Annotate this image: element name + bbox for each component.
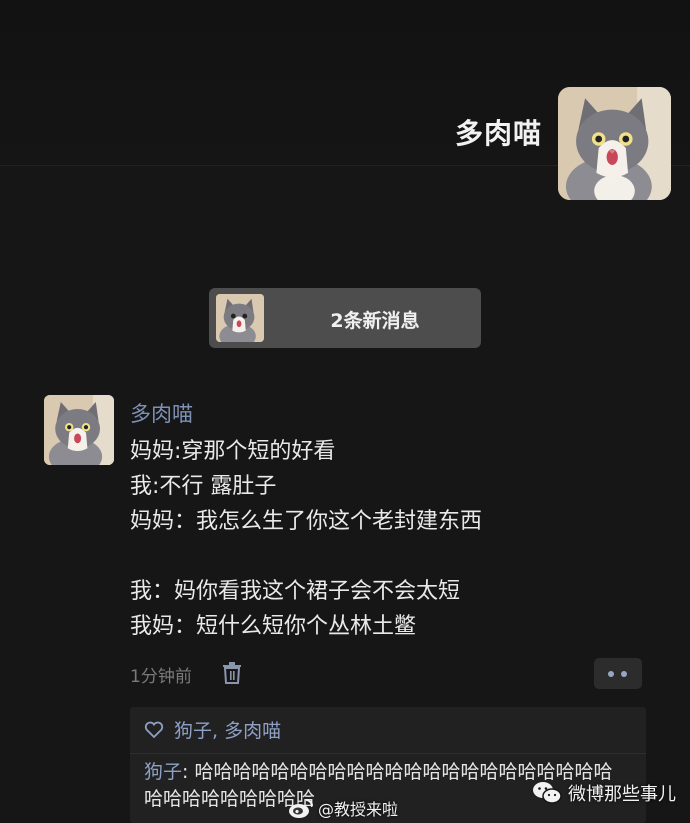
wechat-watermark: 微博那些事儿: [532, 780, 676, 806]
trash-icon[interactable]: [222, 661, 242, 685]
more-actions-button[interactable]: [594, 658, 642, 689]
cat-avatar-image: [216, 294, 264, 342]
weibo-handle: @教授来啦: [318, 800, 399, 819]
post-timestamp: 1分钟前: [130, 667, 192, 687]
wechat-account-name: 微博那些事儿: [568, 784, 676, 805]
more-dots-icon: [621, 671, 627, 677]
cat-avatar-image: [558, 87, 671, 200]
post-text-line: [130, 539, 650, 574]
divider: [130, 753, 646, 754]
post-text-line: 我：妈你看我这个裙子会不会太短: [130, 579, 461, 604]
new-message-avatar: [216, 294, 264, 342]
comment-author[interactable]: 狗子: [144, 761, 182, 783]
likes-row: 狗子, 多肉喵: [144, 716, 281, 743]
heart-icon: [144, 721, 164, 738]
wechat-icon: [533, 782, 562, 804]
post-author-avatar[interactable]: [44, 395, 114, 465]
post-body: 妈妈:穿那个短的好看 我:不行 露肚子 妈妈：我怎么生了你这个老封建东西 我：妈…: [130, 434, 650, 644]
profile-avatar[interactable]: [558, 87, 671, 200]
new-messages-banner[interactable]: 2条新消息: [209, 288, 481, 348]
post-text-line: 妈妈:穿那个短的好看: [130, 439, 336, 464]
moments-page: 多肉喵 2条新消息 多肉喵 妈妈:穿那个短的好看 我:不行 露肚子 妈妈：我怎么…: [0, 0, 690, 823]
post-author-name[interactable]: 多肉喵: [130, 398, 193, 428]
post-text-line: 我:不行 露肚子: [130, 474, 277, 499]
profile-header: 多肉喵: [0, 0, 690, 200]
post-text-line: 妈妈：我怎么生了你这个老封建东西: [130, 509, 483, 534]
more-dots-icon: [608, 671, 614, 677]
cat-avatar-image: [44, 395, 114, 465]
likes-names[interactable]: 狗子, 多肉喵: [174, 716, 281, 743]
post-text-line: 我妈：短什么短你个丛林土鳖: [130, 614, 417, 639]
weibo-watermark: @教授来啦: [288, 796, 398, 820]
profile-name: 多肉喵: [454, 117, 542, 150]
new-messages-label: 2条新消息: [330, 310, 420, 332]
weibo-icon: [289, 799, 313, 818]
comment-separator: :: [182, 761, 195, 783]
